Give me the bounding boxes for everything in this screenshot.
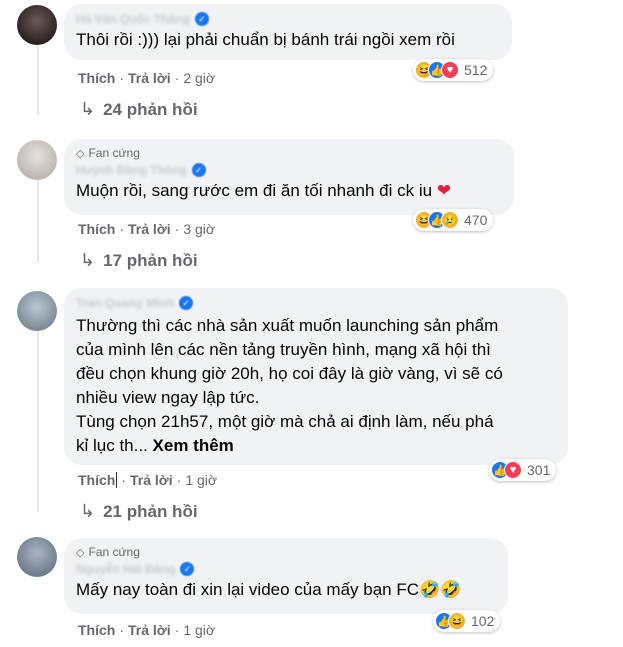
comment-author[interactable]: Hà Văn Quốc Thắng <box>76 12 190 26</box>
reply-link[interactable]: Trả lời <box>128 70 171 86</box>
verified-icon: ✓ <box>191 163 206 177</box>
comment-text-line: Muộn rồi, sang rước em đi ăn tối nhanh đ… <box>76 181 433 200</box>
reaction-summary[interactable]: 👍 ♥ 301 <box>489 459 557 481</box>
comment-author[interactable]: Huỳnh Đăng Thông <box>76 163 187 177</box>
reply-arrow-icon: ↳ <box>80 99 96 119</box>
comment-text: Muộn rồi, sang rước em đi ăn tối nhanh đ… <box>76 179 502 203</box>
comment-time[interactable]: 2 giờ <box>183 70 215 86</box>
avatar[interactable] <box>17 140 57 180</box>
replies-label: 21 phản hồi <box>103 501 198 521</box>
diamond-icon: ◇ <box>76 147 85 160</box>
reply-arrow-icon: ↳ <box>80 501 96 521</box>
comment-time[interactable]: 3 giờ <box>183 221 215 237</box>
heart-icon: ❤ <box>436 181 452 200</box>
comment-actions: Thích · Trả lời · 3 giờ <box>78 221 216 237</box>
thread-line <box>37 180 39 262</box>
see-more-link[interactable]: Xem thêm <box>153 436 234 455</box>
reaction-summary[interactable]: 👍 😆 102 <box>433 610 501 632</box>
badge-label: Fan cứng <box>88 545 140 559</box>
comment-author[interactable]: Tran Quang Minh <box>76 296 174 310</box>
rofl-emoji-icon: 🤣🤣 <box>419 580 462 599</box>
reaction-count: 301 <box>527 462 551 478</box>
reply-link[interactable]: Trả lời <box>128 221 171 237</box>
comment-text: Thường thì các nhà sản xuất muốn launchi… <box>76 314 556 458</box>
reply-link[interactable]: Trả lời <box>130 472 173 488</box>
comment-bubble: Hà Văn Quốc Thắng ✓ Thôi rồi :))) lại ph… <box>64 4 512 60</box>
reaction-count: 102 <box>471 613 495 629</box>
reaction-summary[interactable]: 😆 👍 😢 470 <box>413 209 494 231</box>
reply-arrow-icon: ↳ <box>80 250 96 270</box>
sad-icon: 😢 <box>441 211 459 229</box>
comment-bubble: ◇ Fan cứng Huỳnh Đăng Thông ✓ Muộn rồi, … <box>64 139 514 215</box>
haha-icon: 😆 <box>448 612 466 630</box>
view-replies-button[interactable]: ↳ 17 phản hồi <box>80 250 198 271</box>
thread-line <box>37 330 39 512</box>
like-link[interactable]: Thích <box>78 221 115 237</box>
avatar[interactable] <box>17 291 57 331</box>
comment-text-line: Mấy nay toàn đi xin lại video của mấy bạ… <box>76 580 420 599</box>
comment-bubble: Tran Quang Minh ✓ Thường thì các nhà sản… <box>64 288 568 465</box>
comment-text-line: kỉ lục th... <box>76 436 148 455</box>
comment-actions: Thích · Trả lời · 1 giờ <box>78 622 216 638</box>
comment-bubble: ◇ Fan cứng Nguyễn Hải Đăng ✓ Mấy nay toà… <box>64 538 508 614</box>
love-icon: ♥ <box>504 461 522 479</box>
like-link[interactable]: Thích <box>78 70 115 86</box>
like-link[interactable]: Thích <box>78 622 115 638</box>
verified-icon: ✓ <box>180 562 195 576</box>
comment-time[interactable]: 1 giờ <box>183 622 215 638</box>
comment-text-line: nhiều view ngay lập tức. <box>76 388 260 407</box>
reaction-count: 470 <box>464 212 488 228</box>
like-link[interactable]: Thích <box>78 472 115 488</box>
comment-text-line: Tùng chọn 21h57, một giờ mà chả ai định … <box>76 412 494 431</box>
verified-icon: ✓ <box>195 12 210 26</box>
comment-actions: Thích · Trả lời · 1 giờ <box>78 472 218 488</box>
text-cursor <box>116 472 118 488</box>
comment-text-line: đều chọn khung giờ 20h, họ coi đây là gi… <box>76 364 503 383</box>
avatar[interactable] <box>17 5 57 45</box>
reply-link[interactable]: Trả lời <box>128 622 171 638</box>
reaction-summary[interactable]: 😆 👍 ♥ 512 <box>413 59 494 81</box>
comment-author[interactable]: Nguyễn Hải Đăng <box>76 562 175 576</box>
comment-text: Thôi rồi :))) lại phải chuẩn bị bánh trá… <box>76 30 455 49</box>
comment-text: Mấy nay toàn đi xin lại video của mấy bạ… <box>76 578 496 602</box>
reaction-count: 512 <box>464 62 488 78</box>
badge-label: Fan cứng <box>88 146 140 160</box>
verified-icon: ✓ <box>179 296 193 310</box>
comment-text-line: của mình lên các nền tảng truyền hình, m… <box>76 340 491 359</box>
fan-badge[interactable]: ◇ Fan cứng <box>76 545 496 559</box>
diamond-icon: ◇ <box>76 546 85 559</box>
love-icon: ♥ <box>441 61 459 79</box>
view-replies-button[interactable]: ↳ 24 phản hồi <box>80 99 198 120</box>
comment-text-line: Thường thì các nhà sản xuất muốn launchi… <box>76 316 499 335</box>
thread-line <box>37 45 39 115</box>
view-replies-button[interactable]: ↳ 21 phản hồi <box>80 501 198 522</box>
replies-label: 24 phản hồi <box>103 99 198 119</box>
replies-label: 17 phản hồi <box>103 250 198 270</box>
comment-actions: Thích · Trả lời · 2 giờ <box>78 70 216 86</box>
avatar[interactable] <box>17 537 57 577</box>
comment-time[interactable]: 1 giờ <box>185 472 217 488</box>
fan-badge[interactable]: ◇ Fan cứng <box>76 146 502 160</box>
